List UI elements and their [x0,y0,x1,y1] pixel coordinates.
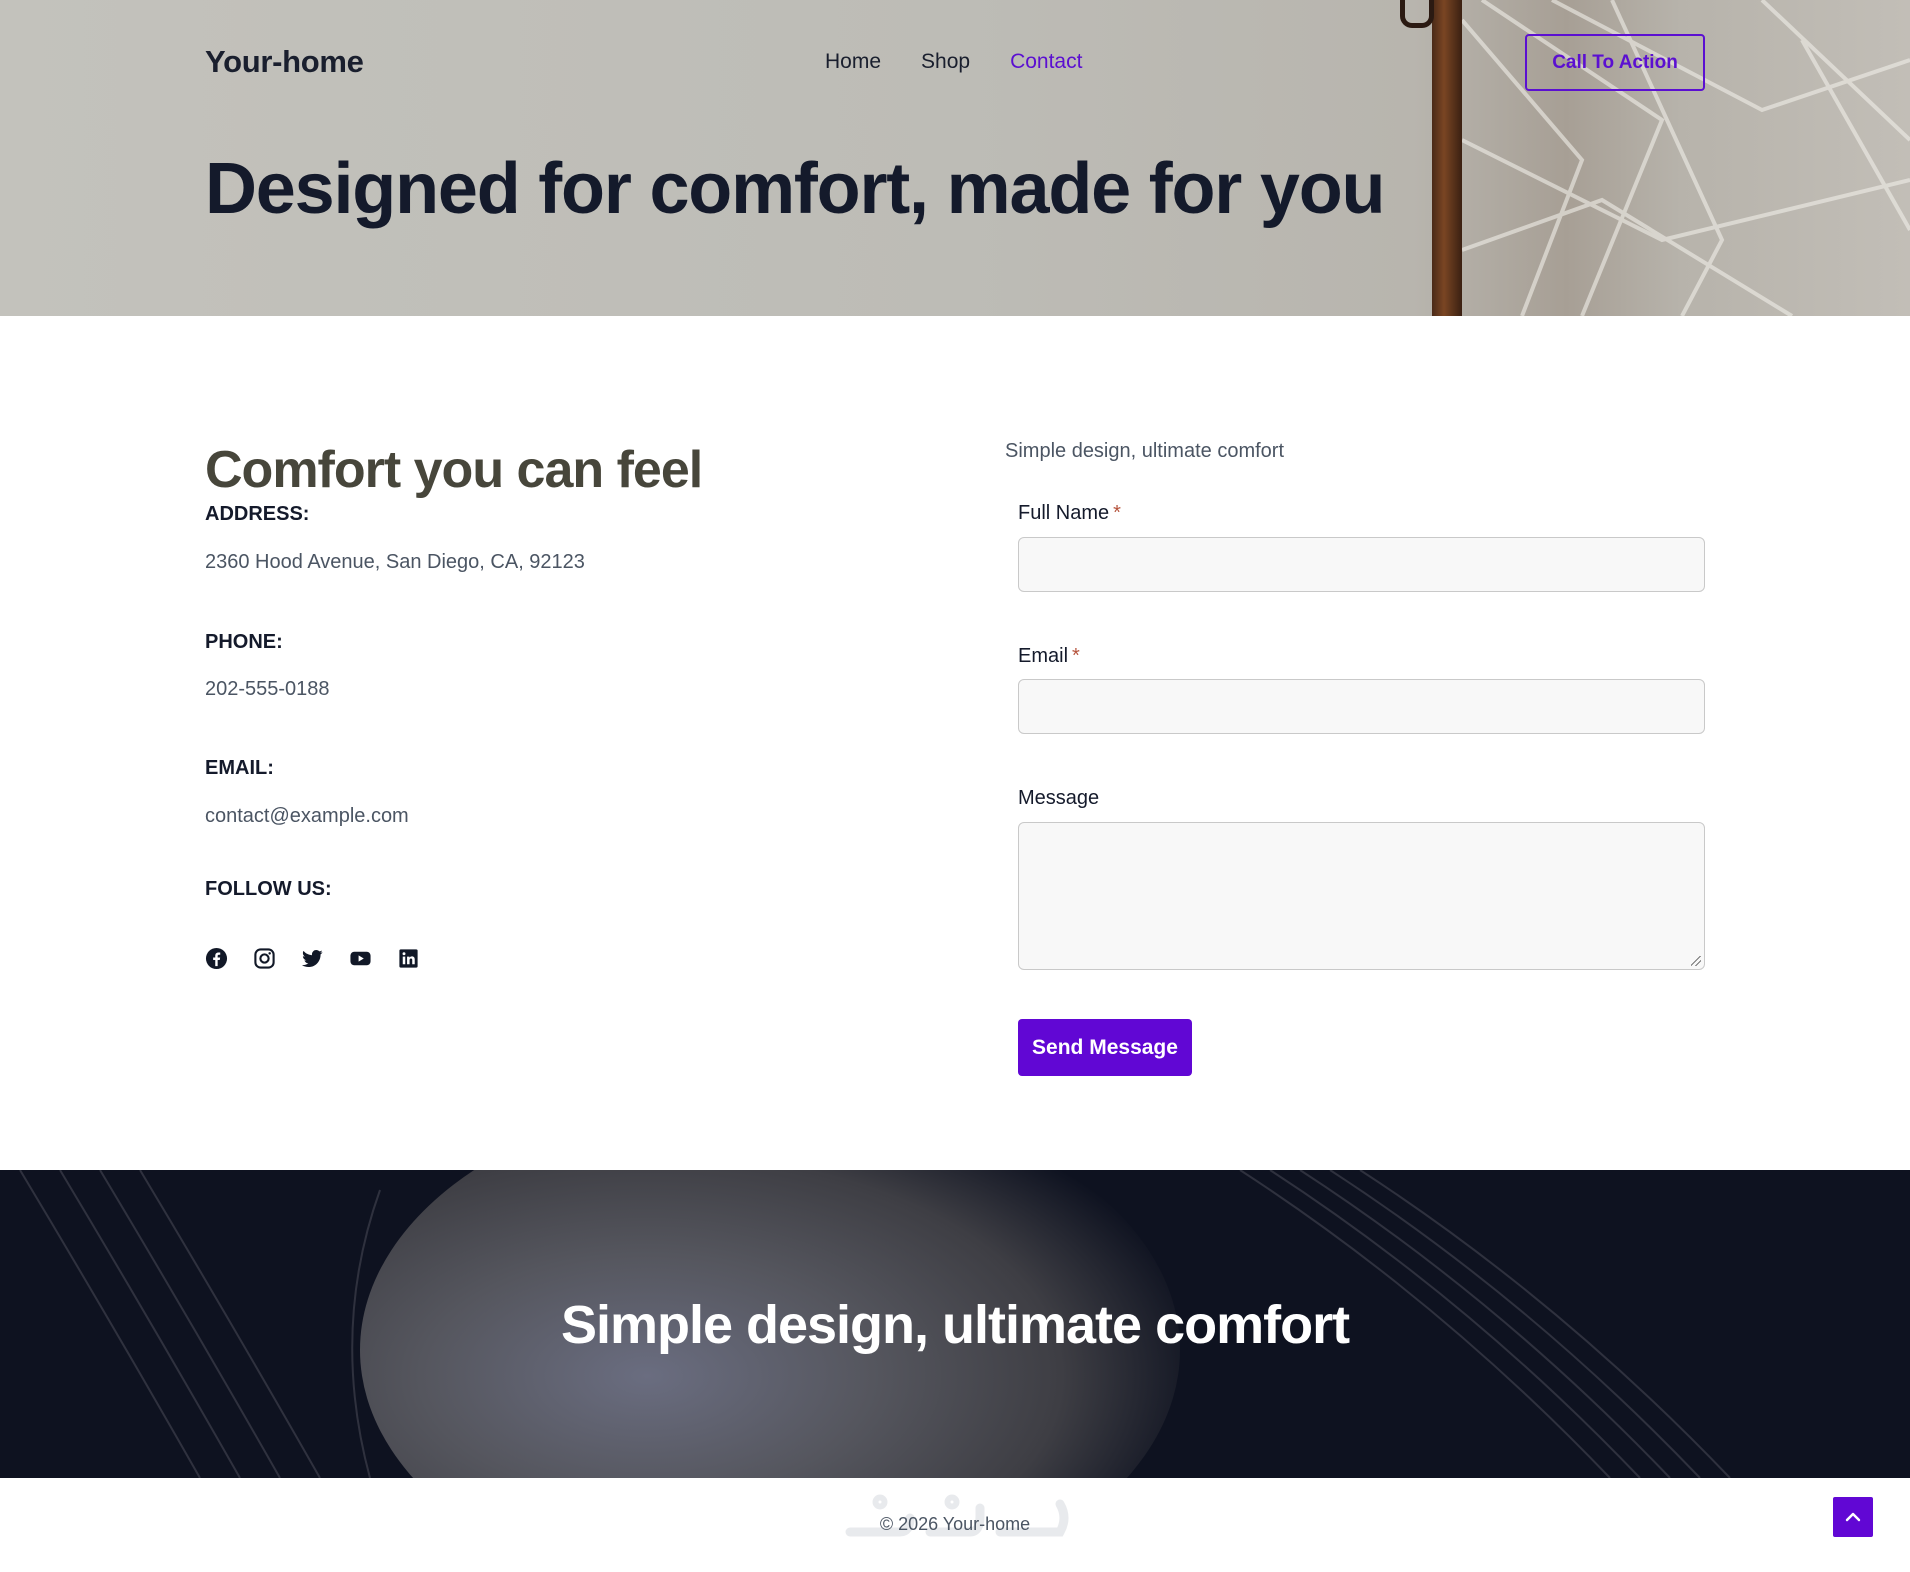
follow-us-label: FOLLOW US: [205,878,332,900]
nav-item-contact[interactable]: Contact [1010,50,1082,74]
message-label: Message [1018,787,1100,809]
main-nav: Home Shop Contact [825,50,1082,74]
banner-section: Simple design, ultimate comfort [0,1170,1910,1478]
email-input[interactable] [1018,679,1705,734]
nav-item-home[interactable]: Home [825,50,881,74]
message-textarea[interactable] [1018,822,1705,970]
form-intro-text: Simple design, ultimate comfort [1005,440,1285,462]
twitter-icon[interactable] [301,947,324,970]
nav-item-shop[interactable]: Shop [921,50,970,74]
full-name-input[interactable] [1018,537,1705,592]
email-label: EMAIL: [205,757,274,779]
banner-title: Simple design, ultimate comfort [560,1295,1350,1355]
required-marker: * [1113,502,1121,524]
copyright-text: © 2026 Your-home [879,1514,1031,1534]
hero-header: Your-home Home Shop Contact Call To Acti… [0,0,1910,316]
hero-title: Designed for comfort, made for you [205,149,1386,229]
social-links [205,947,420,970]
full-name-label: Full Name * [1018,502,1121,525]
contact-heading: Comfort you can feel [205,441,703,499]
facebook-icon[interactable] [205,947,228,970]
hero-background-pole [1432,0,1462,316]
phone-value[interactable]: 202-555-0188 [205,678,330,701]
linkedin-icon[interactable] [397,947,420,970]
email-field-label: Email * [1018,645,1080,668]
resize-handle[interactable] [1691,956,1701,966]
instagram-icon[interactable] [253,947,276,970]
call-to-action-button[interactable]: Call To Action [1525,34,1705,91]
address-value: 2360 Hood Avenue, San Diego, CA, 92123 [205,551,585,573]
address-label: ADDRESS: [205,503,310,525]
required-marker: * [1072,645,1080,667]
chevron-up-icon [1845,1512,1861,1522]
site-logo[interactable]: Your-home [205,44,364,80]
phone-label: PHONE: [205,631,283,653]
scroll-to-top-button[interactable] [1833,1497,1873,1537]
email-value[interactable]: contact@example.com [205,805,409,828]
hero-background-clip [1400,0,1434,28]
full-name-label-text: Full Name [1018,502,1110,524]
send-message-button[interactable]: Send Message [1018,1019,1192,1076]
youtube-icon[interactable] [349,947,372,970]
email-field-label-text: Email [1018,645,1069,667]
